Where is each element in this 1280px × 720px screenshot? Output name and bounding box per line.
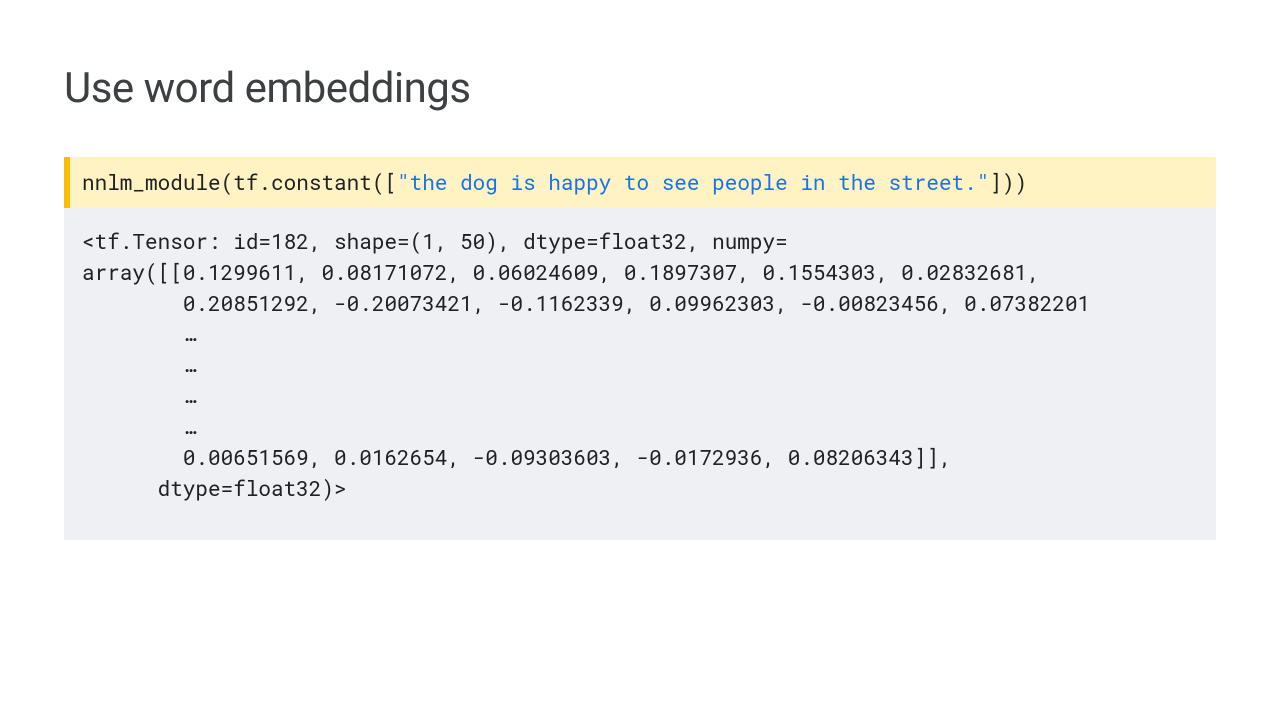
code-input-line: nnlm_module(tf.constant(["the dog is hap…: [64, 157, 1216, 208]
slide: Use word embeddings nnlm_module(tf.const…: [0, 0, 1280, 540]
code-prefix: nnlm_module(tf.constant([: [82, 168, 397, 196]
output-block: <tf.Tensor: id=182, shape=(1, 50), dtype…: [64, 226, 1216, 504]
out-line-2: array([[0.1299611, 0.08171072, 0.0602460…: [82, 258, 1040, 286]
out-line-1: <tf.Tensor: id=182, shape=(1, 50), dtype…: [82, 227, 788, 255]
out-line-3: 0.20851292, -0.20073421, -0.1162339, 0.0…: [82, 289, 1090, 317]
code-block: nnlm_module(tf.constant(["the dog is hap…: [64, 157, 1216, 540]
out-line-8: 0.00651569, 0.0162654, -0.09303603, -0.0…: [82, 443, 952, 471]
code-suffix: ])): [989, 168, 1027, 196]
slide-title: Use word embeddings: [64, 64, 1216, 113]
out-line-6: …: [82, 381, 195, 409]
out-line-4: …: [82, 319, 195, 347]
code-string: "the dog is happy to see people in the s…: [397, 168, 989, 196]
out-line-5: …: [82, 350, 195, 378]
out-line-7: …: [82, 412, 195, 440]
out-line-9: dtype=float32)>: [82, 474, 347, 502]
